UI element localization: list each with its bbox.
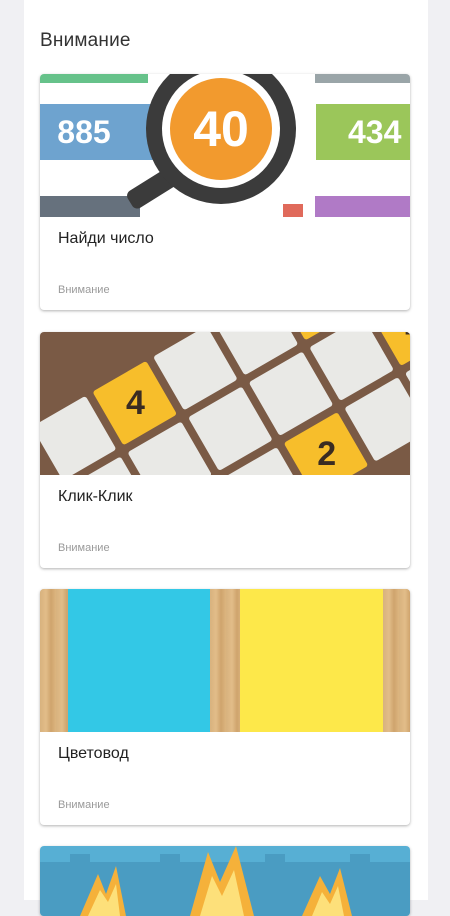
find-number-image: 885 434 40 (40, 74, 410, 217)
red-strip (283, 204, 303, 217)
tile-number: 2 (316, 434, 336, 473)
partial-card-image (40, 846, 410, 916)
click-click-image: 4 1 2 (40, 332, 410, 475)
color-swatch-blue (68, 589, 210, 732)
tile-number: 4 (125, 383, 145, 422)
right-number: 434 (348, 113, 402, 150)
card-category: Внимание (58, 542, 110, 554)
wood-panel (210, 589, 240, 732)
dark-strip (40, 196, 140, 217)
purple-strip (315, 196, 410, 217)
color-swatch-yellow (240, 589, 383, 732)
game-card-partial[interactable] (40, 846, 410, 916)
tile-grid: 4 1 2 (40, 332, 410, 475)
card-title: Клик-Клик (58, 488, 133, 505)
game-card-click-click[interactable]: 4 1 2 Клик-Клик Внимани (40, 332, 410, 568)
center-number: 40 (193, 101, 249, 157)
card-title: Найди число (58, 230, 154, 247)
green-strip (40, 74, 148, 83)
left-number: 885 (57, 113, 111, 150)
card-title: Цветовод (58, 745, 129, 762)
card-category: Внимание (58, 799, 110, 811)
game-card-find-number[interactable]: 885 434 40 Найди число Внимание (40, 74, 410, 310)
center-number-disc: 40 (170, 78, 272, 180)
flower-grower-image (40, 589, 410, 732)
flame-icon (80, 846, 352, 916)
left-number-block: 885 (40, 104, 158, 160)
gray-strip (315, 74, 410, 83)
section-title: Внимание (40, 30, 131, 51)
tile-number: 1 (403, 332, 410, 343)
right-number-block: 434 (316, 104, 410, 160)
card-category: Внимание (58, 284, 110, 296)
wood-panel (383, 589, 410, 732)
game-card-flower-grower[interactable]: Цветовод Внимание (40, 589, 410, 825)
wood-panel (40, 589, 68, 732)
